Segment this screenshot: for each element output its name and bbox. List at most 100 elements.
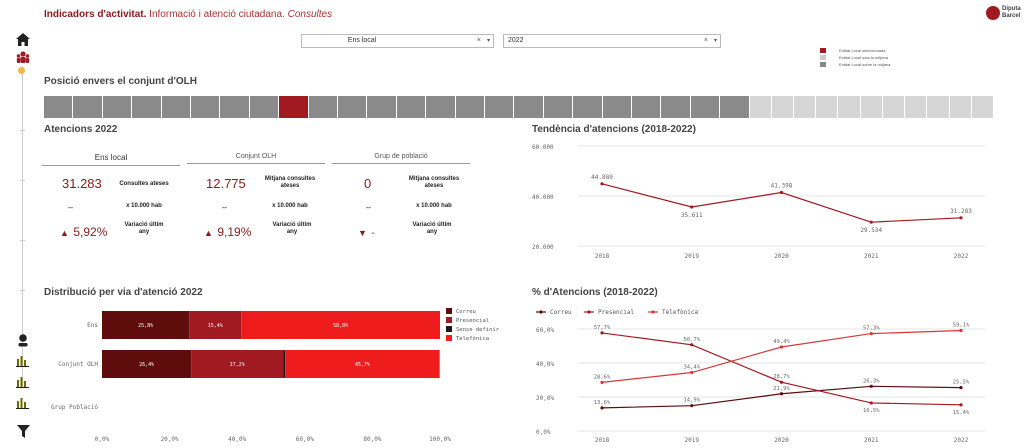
- timeline-tick: [20, 290, 25, 291]
- kpi-variation-olh: ▲ 9,19%: [204, 225, 252, 239]
- position-cell[interactable]: [661, 96, 690, 118]
- position-cell[interactable]: [132, 96, 161, 118]
- bar-category-label: Grup Població: [51, 404, 98, 411]
- x-tick-label: 2021: [864, 437, 879, 444]
- position-cell[interactable]: [44, 96, 73, 118]
- position-cell[interactable]: [632, 96, 661, 118]
- kpi-value-label: Mitjana consultes ateses: [408, 176, 460, 189]
- position-cell[interactable]: [543, 96, 573, 118]
- trend-point-label: 29.534: [860, 227, 882, 234]
- filter-icon[interactable]: [14, 425, 32, 441]
- percent-point-label: 21,9%: [773, 386, 790, 392]
- position-cell[interactable]: [971, 96, 993, 118]
- trend-point: [690, 205, 694, 209]
- distribucio-title: Distribució per via d'atenció 2022: [44, 287, 203, 298]
- position-cell[interactable]: [816, 96, 838, 118]
- kpi-value-olh: 12.775: [206, 176, 246, 191]
- position-cell[interactable]: [191, 96, 220, 118]
- position-title: Posició envers el conjunt d'OLH: [44, 76, 197, 87]
- people-group-icon[interactable]: [14, 50, 32, 66]
- kpi-var-label: Variació últim any: [124, 222, 164, 235]
- position-cell[interactable]: [73, 96, 102, 118]
- legend-label: Telefònica: [662, 309, 699, 316]
- position-cell[interactable]: [690, 96, 720, 118]
- position-cell[interactable]: [396, 96, 426, 118]
- position-cell[interactable]: [308, 96, 337, 118]
- position-cell[interactable]: [426, 96, 455, 118]
- legend-item-selected: Entitat Local seleccionada: [820, 48, 885, 54]
- x-tick-label: 2022: [954, 253, 969, 260]
- y-tick-label: 40.000: [532, 194, 554, 201]
- legend-label: Telefònica: [456, 335, 489, 342]
- position-cell[interactable]: [573, 96, 602, 118]
- position-cell[interactable]: [514, 96, 543, 118]
- position-cell[interactable]: [949, 96, 971, 118]
- kpi-value-label: Mitjana consultes ateses: [264, 176, 316, 189]
- position-cell-selected[interactable]: [279, 96, 308, 118]
- bar-category-label: Ens: [87, 322, 98, 329]
- clear-icon[interactable]: ×: [704, 35, 708, 47]
- x-tick-label: 2018: [595, 253, 610, 260]
- legend-swatch: [446, 317, 452, 323]
- tendencia-title: Tendència d'atencions (2018-2022): [532, 124, 696, 135]
- position-cell[interactable]: [485, 96, 514, 118]
- percent-point-label: 57,3%: [863, 326, 880, 332]
- kpi-value-ens: 31.283: [62, 176, 102, 191]
- percent-line-chart: 0,0% 20,0% 40,0% 60,0% 2018 2019 2020 2021 2022 C…: [536, 309, 985, 444]
- percent-title: % d'Atencions (2018-2022): [532, 287, 658, 298]
- position-cell[interactable]: [455, 96, 484, 118]
- trend-point-label: 35.611: [681, 212, 703, 219]
- x-tick-label: 2021: [864, 253, 879, 260]
- home-icon[interactable]: [14, 33, 32, 49]
- diputacio-logo[interactable]: Diputa Barcel: [986, 4, 1028, 24]
- kpi-per-label: x 10.000 hab: [126, 203, 162, 209]
- position-cell[interactable]: [602, 96, 631, 118]
- percent-point-label: 28,6%: [594, 374, 611, 380]
- bar-value-label: 25,8%: [138, 323, 153, 329]
- page-title: Indicadors d'activitat. Informació i ate…: [44, 9, 332, 20]
- legend-label: Presencial: [456, 318, 489, 324]
- position-cell[interactable]: [771, 96, 794, 118]
- position-cell[interactable]: [927, 96, 949, 118]
- bar-chart-icon[interactable]: [14, 354, 32, 370]
- ens-local-dropdown[interactable]: Ens local × ▾: [301, 34, 494, 48]
- x-tick-label: 0,0%: [95, 436, 110, 443]
- logo-mark-icon: [986, 5, 1000, 20]
- x-tick-label: 2018: [595, 437, 610, 444]
- legend-label: Sense definir: [456, 327, 500, 333]
- position-cell[interactable]: [794, 96, 816, 118]
- arrow-up-icon: ▲: [204, 228, 213, 238]
- position-cell[interactable]: [749, 96, 771, 118]
- position-cell[interactable]: [882, 96, 905, 118]
- y-tick-label: 20.000: [532, 244, 554, 251]
- position-cell[interactable]: [249, 96, 279, 118]
- x-tick-label: 80,0%: [363, 436, 381, 443]
- position-cell[interactable]: [905, 96, 927, 118]
- kpi-dash: –: [68, 202, 74, 212]
- title-bold: Indicadors d'activitat.: [44, 9, 147, 20]
- person-icon[interactable]: [14, 333, 32, 349]
- clear-icon[interactable]: ×: [477, 35, 481, 47]
- trend-series-line: [601, 183, 962, 223]
- position-cell[interactable]: [720, 96, 749, 118]
- bar-chart-icon[interactable]: [14, 396, 32, 412]
- position-cell[interactable]: [220, 96, 249, 118]
- legend-swatch: [820, 62, 826, 68]
- trend-point-label: 44.880: [591, 174, 613, 181]
- percent-point-label: 49,4%: [773, 339, 790, 345]
- percent-point: [690, 343, 694, 347]
- percent-point-label: 59,1%: [953, 323, 970, 329]
- kpi-dash: –: [366, 202, 372, 212]
- year-dropdown[interactable]: 2022 × ▾: [503, 34, 721, 48]
- bar-chart-icon[interactable]: [14, 375, 32, 391]
- position-cell[interactable]: [860, 96, 882, 118]
- position-cell[interactable]: [838, 96, 860, 118]
- legend-item-below: Entitat Local sota la mitjana: [820, 55, 888, 61]
- position-cell[interactable]: [367, 96, 396, 118]
- position-cell[interactable]: [338, 96, 367, 118]
- x-tick-label: 100,0%: [429, 436, 451, 443]
- legend-swatch: [820, 55, 826, 61]
- x-tick-label: 2019: [685, 437, 700, 444]
- position-cell[interactable]: [161, 96, 190, 118]
- position-cell[interactable]: [102, 96, 132, 118]
